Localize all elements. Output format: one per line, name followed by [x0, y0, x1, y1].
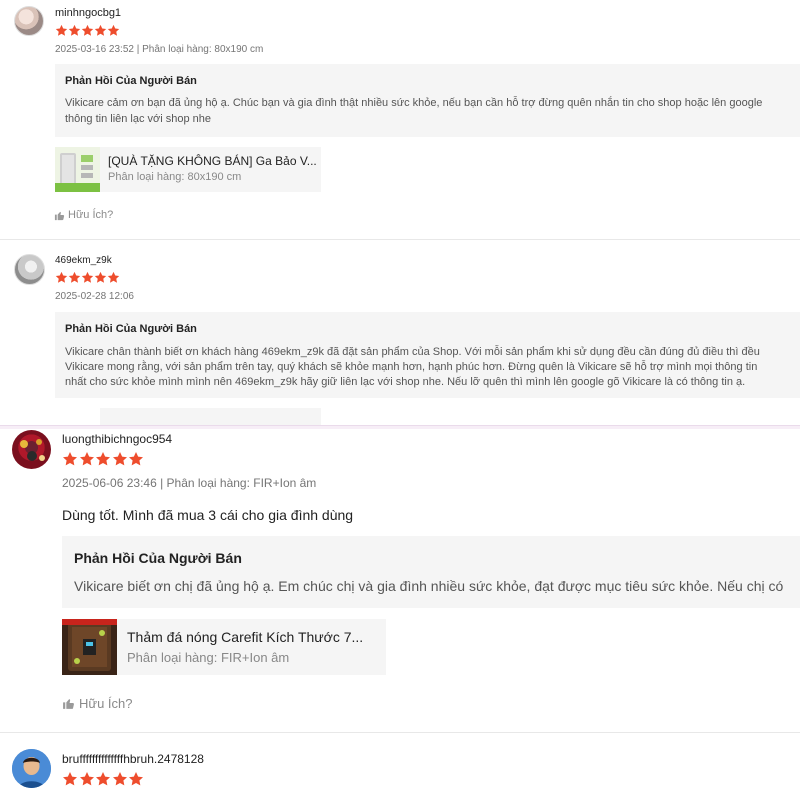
- seller-reply: Phản Hồi Của Người Bán Vikicare cảm ơn b…: [55, 64, 800, 137]
- reviews-panel-upper: minhngocbg1 2025-03-16 23:52 | Phân loại…: [0, 0, 800, 425]
- reviews-panel-lower: luongthibichngoc954 2025-06-06 23:46 | P…: [0, 429, 800, 800]
- star-icon: [96, 772, 110, 786]
- review-meta: 2025-06-06 23:46 | Phân loại hàng: FIR+I…: [62, 476, 317, 490]
- review-comment: Dùng tốt. Mình đã mua 3 cái cho gia đình…: [62, 507, 354, 523]
- star-icon: [81, 271, 94, 283]
- avatar[interactable]: [14, 254, 45, 285]
- product-thumbnail[interactable]: [55, 147, 100, 192]
- seller-reply: Phản Hồi Của Người Bán Vikicare biết ơn …: [62, 536, 800, 608]
- seller-reply-text: Vikicare mong rằng, với sản phẩm trên ta…: [65, 361, 758, 373]
- review-item: minhngocbg1 2025-03-16 23:52 | Phân loại…: [0, 0, 800, 240]
- star-icon: [107, 24, 120, 36]
- review-item: 469ekm_z9k 2025-02-28 12:06 Phản Hồi Của…: [0, 240, 800, 425]
- star-rating: [62, 771, 144, 787]
- star-icon: [79, 772, 94, 786]
- product-card[interactable]: [QUÀ TẶNG KHÔNG BÁN] Ga Bảo V... Phân lo…: [55, 147, 321, 192]
- avatar[interactable]: [14, 6, 44, 36]
- product-card[interactable]: [100, 408, 321, 425]
- star-icon: [55, 24, 68, 36]
- review-item: bruffffffffffffffhbruh.2478128: [0, 733, 800, 800]
- seller-reply-text: Vikicare cảm ơn bạn đã ủng hộ ạ. Chúc bạ…: [65, 97, 763, 109]
- star-icon: [55, 271, 68, 283]
- seller-reply-text: thông tin liên lạc với shop nhe: [65, 113, 212, 125]
- seller-reply-title: Phản Hồi Của Người Bán: [74, 550, 242, 566]
- star-icon: [81, 24, 94, 36]
- product-variant: Phân loại hàng: 80x190 cm: [108, 171, 242, 183]
- review-item: luongthibichngoc954 2025-06-06 23:46 | P…: [0, 429, 800, 732]
- avatar-image: [20, 439, 45, 461]
- thumbs-up-icon: [54, 211, 65, 220]
- product-image: [62, 619, 117, 675]
- star-icon: [129, 772, 143, 786]
- avatar-image: [12, 749, 51, 788]
- thumbs-up-icon: [63, 699, 74, 709]
- review-meta: 2025-03-16 23:52 | Phân loại hàng: 80x19…: [55, 44, 264, 55]
- review-username[interactable]: 469ekm_z9k: [55, 255, 112, 266]
- seller-reply-text: Vikicare chân thành biết ơn khách hàng 4…: [65, 346, 760, 358]
- helpful-label: Hữu Ích?: [68, 209, 114, 221]
- star-icon: [63, 452, 77, 466]
- star-icon: [68, 271, 81, 283]
- star-rating: [55, 24, 120, 37]
- review-username[interactable]: bruffffffffffffffhbruh.2478128: [62, 752, 204, 766]
- seller-reply-title: Phản Hồi Của Người Bán: [65, 323, 197, 335]
- star-rating: [62, 451, 144, 467]
- review-meta: 2025-02-28 12:06: [55, 291, 134, 302]
- helpful-button[interactable]: Hữu Ích?: [54, 209, 113, 221]
- star-icon: [96, 452, 110, 466]
- star-icon: [129, 452, 143, 466]
- helpful-button[interactable]: Hữu Ích?: [62, 696, 133, 711]
- star-icon: [68, 24, 81, 36]
- review-username[interactable]: luongthibichngoc954: [62, 432, 172, 446]
- product-thumbnail[interactable]: [62, 619, 117, 675]
- avatar[interactable]: [12, 749, 51, 788]
- star-icon: [112, 452, 127, 466]
- product-name[interactable]: Thảm đá nóng Carefit Kích Thước 7...: [127, 629, 382, 645]
- star-icon: [112, 772, 127, 786]
- seller-reply: Phản Hồi Của Người Bán Vikicare chân thà…: [55, 312, 800, 398]
- seller-reply-title: Phản Hồi Của Người Bán: [65, 75, 197, 87]
- product-variant: Phân loại hàng: FIR+Ion âm: [127, 650, 290, 665]
- avatar[interactable]: [12, 430, 51, 469]
- star-icon: [63, 772, 77, 786]
- review-username[interactable]: minhngocbg1: [55, 7, 121, 19]
- star-rating: [55, 271, 120, 284]
- star-icon: [107, 271, 120, 283]
- helpful-label: Hữu Ích?: [79, 696, 133, 711]
- star-icon: [79, 452, 94, 466]
- product-image: [55, 147, 100, 192]
- product-name[interactable]: [QUÀ TẶNG KHÔNG BÁN] Ga Bảo V...: [108, 154, 318, 168]
- product-card[interactable]: Thảm đá nóng Carefit Kích Thước 7... Phâ…: [62, 619, 386, 675]
- seller-reply-text: nhất cho sức khỏe mình mình nên 469ekm_z…: [65, 376, 746, 388]
- seller-reply-text: Vikicare biết ơn chị đã ủng hộ ạ. Em chú…: [74, 578, 784, 594]
- star-icon: [94, 271, 107, 283]
- star-icon: [94, 24, 107, 36]
